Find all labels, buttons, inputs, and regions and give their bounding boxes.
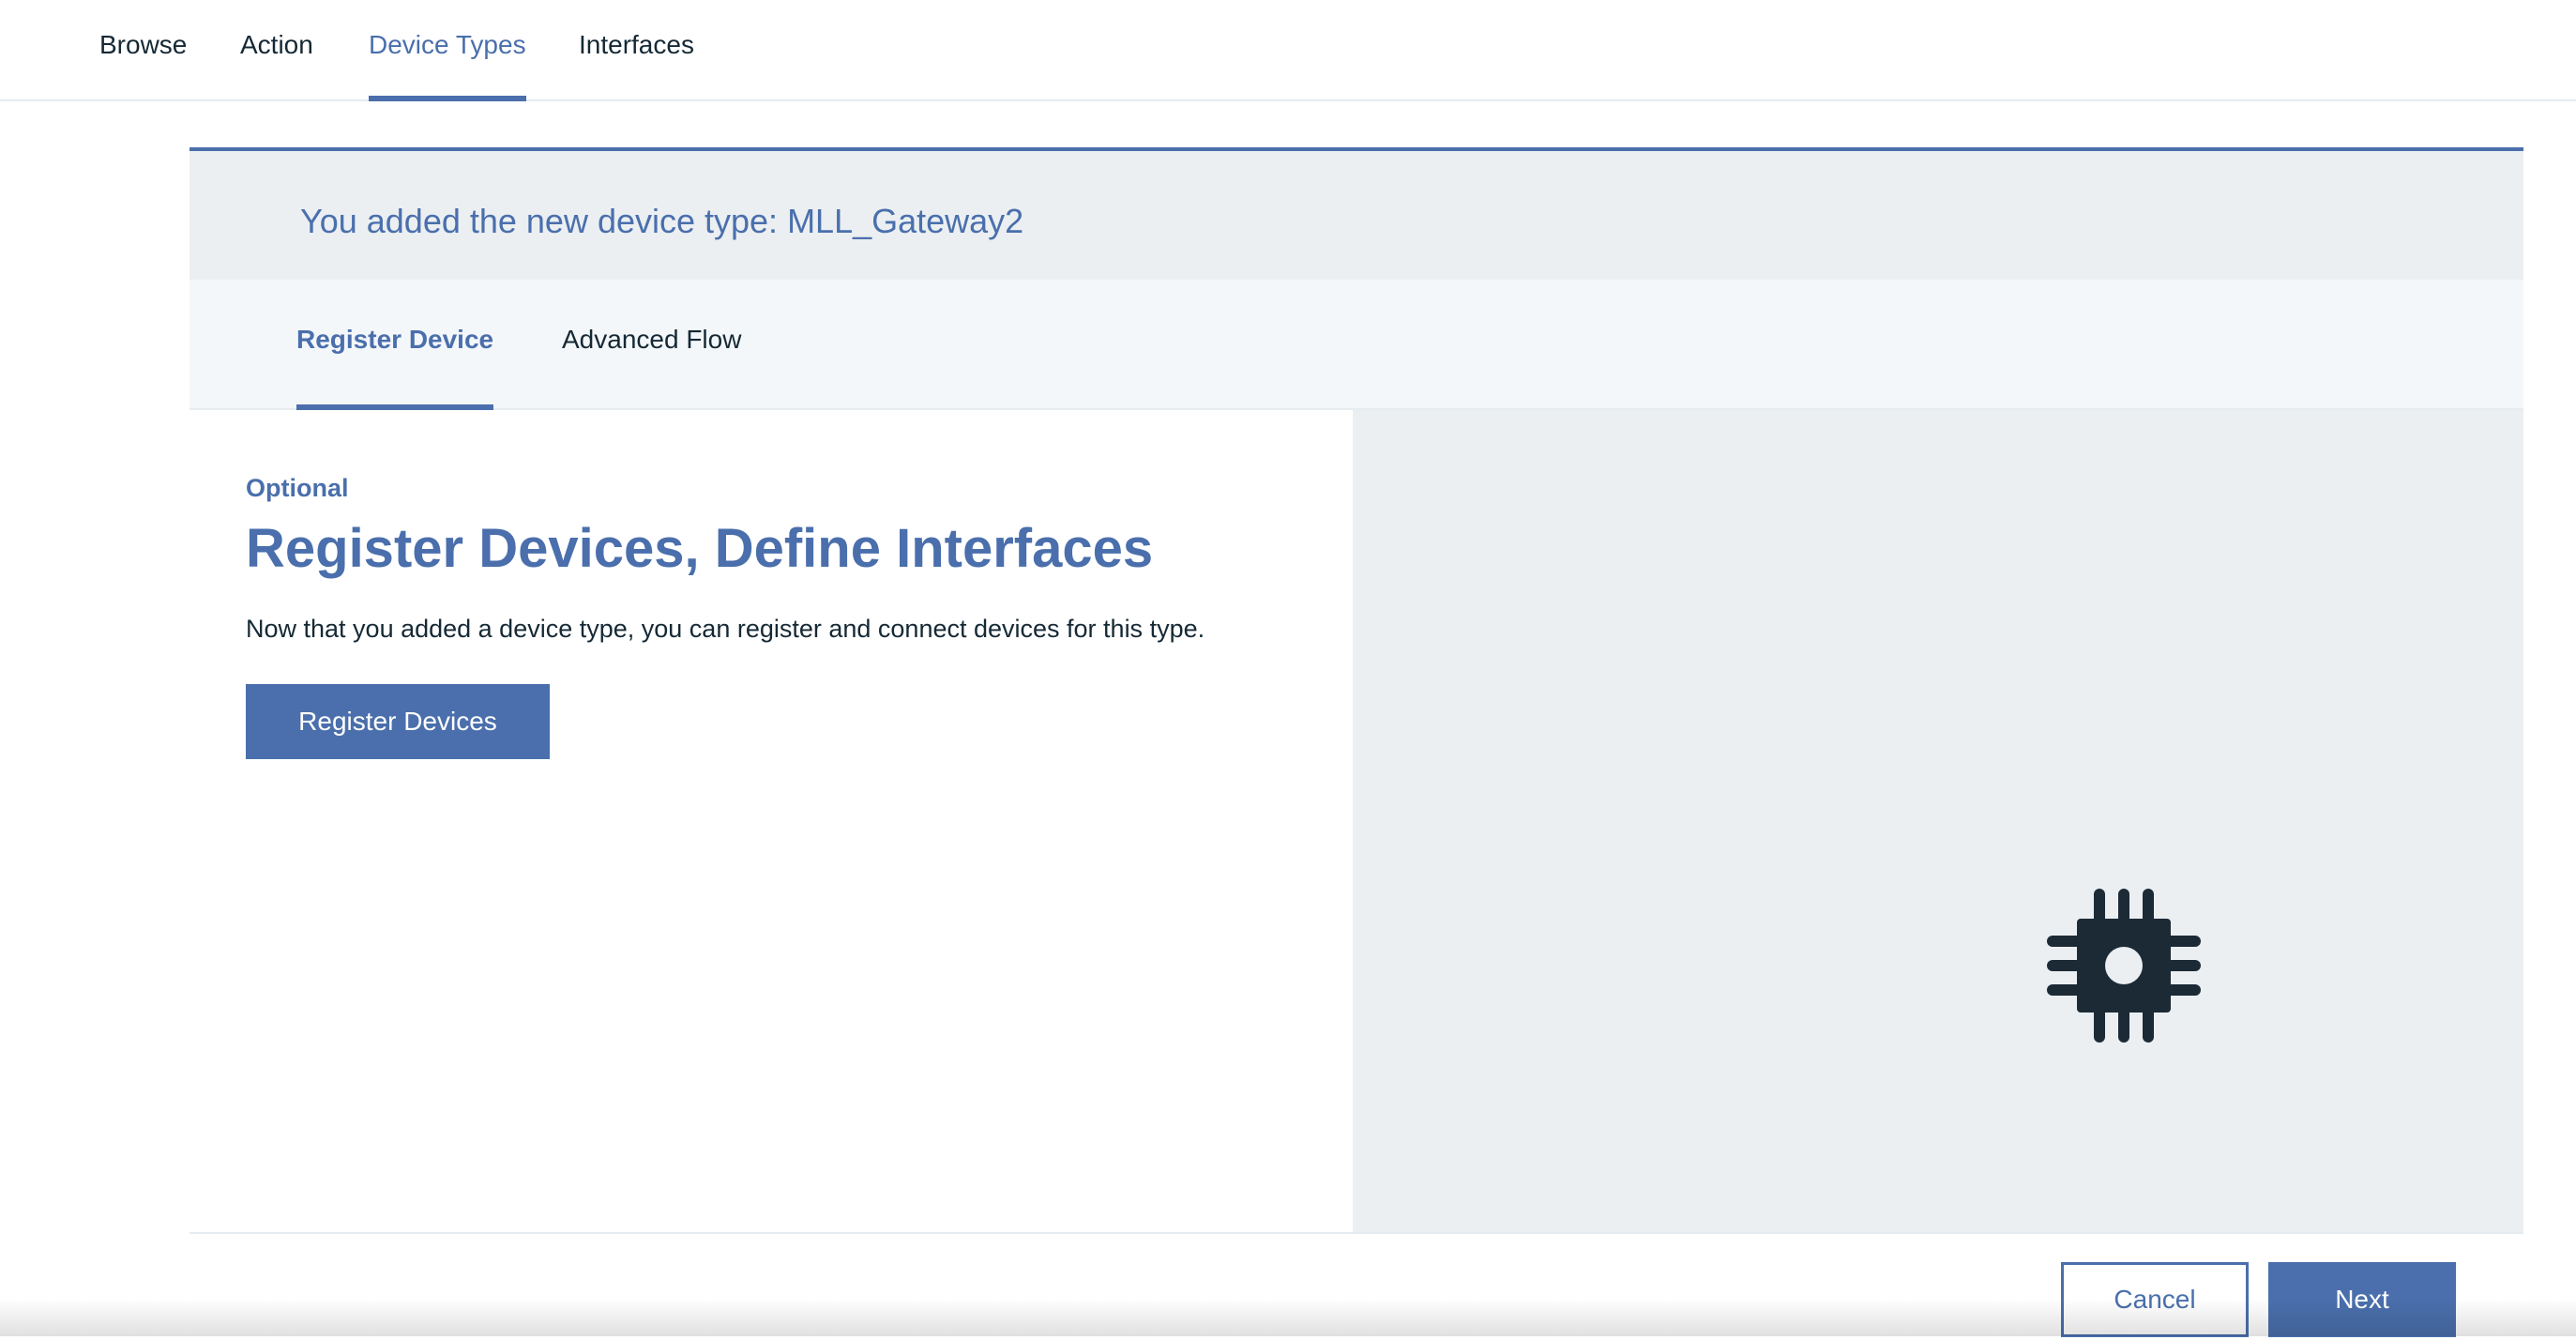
cancel-button[interactable]: Cancel bbox=[2061, 1262, 2249, 1337]
device-type-panel: You added the new device type: MLL_Gatew… bbox=[189, 147, 2523, 1340]
tab-action[interactable]: Action bbox=[240, 0, 313, 101]
description-text: Now that you added a device type, you ca… bbox=[246, 615, 1205, 643]
top-navigation: Browse Action Device Types Interfaces bbox=[0, 0, 2576, 101]
next-button[interactable]: Next bbox=[2268, 1262, 2456, 1337]
page-title: Register Devices, Define Interfaces bbox=[246, 518, 1154, 579]
chip-icon bbox=[2047, 889, 2201, 1043]
tab-browse[interactable]: Browse bbox=[99, 0, 187, 101]
illustration-panel bbox=[1353, 410, 2523, 1232]
tab-interfaces[interactable]: Interfaces bbox=[579, 0, 694, 101]
success-banner: You added the new device type: MLL_Gatew… bbox=[189, 151, 2523, 280]
tab-device-types[interactable]: Device Types bbox=[369, 0, 526, 101]
register-devices-button[interactable]: Register Devices bbox=[246, 684, 550, 759]
sub-tabs: Register Device Advanced Flow bbox=[189, 280, 2523, 410]
optional-label: Optional bbox=[246, 474, 349, 502]
subtab-register-device[interactable]: Register Device bbox=[296, 280, 494, 410]
subtab-advanced-flow[interactable]: Advanced Flow bbox=[562, 280, 741, 410]
content-left: Optional Register Devices, Define Interf… bbox=[189, 410, 1353, 1232]
panel-footer: Cancel Next bbox=[189, 1232, 2523, 1340]
success-message: You added the new device type: MLL_Gatew… bbox=[300, 202, 1024, 240]
